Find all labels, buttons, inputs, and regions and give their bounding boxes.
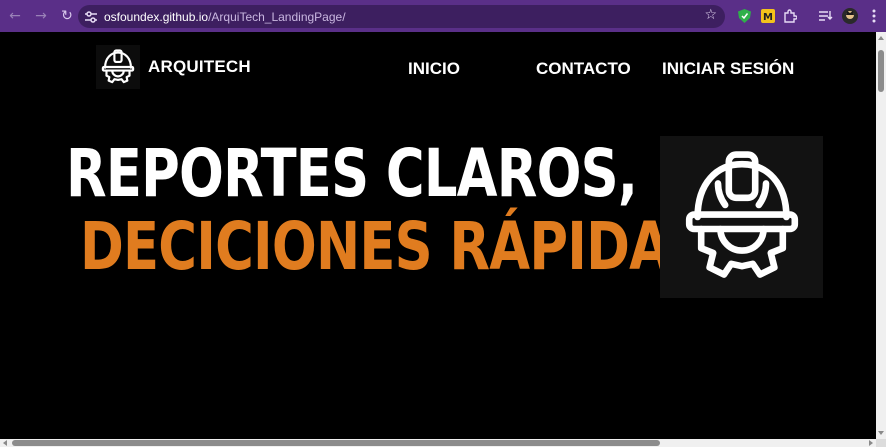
- landing-page: ARQUITECH INICIO CONTACTO INICIAR SESIÓN…: [0, 32, 876, 439]
- back-icon[interactable]: ←: [4, 5, 26, 27]
- scroll-down-arrow-icon[interactable]: [878, 431, 884, 435]
- kebab-menu-icon[interactable]: [866, 8, 882, 24]
- hard-hat-gear-logo-icon[interactable]: [96, 45, 140, 89]
- scroll-left-arrow-icon[interactable]: [3, 440, 7, 446]
- url-host: osfoundex.github.io: [104, 9, 209, 24]
- brand-name[interactable]: ARQUITECH: [148, 57, 251, 77]
- hard-hat-gear-illustration-icon: [660, 136, 823, 298]
- address-bar[interactable]: osfoundex.github.io/ArquiTech_LandingPag…: [78, 5, 725, 28]
- horizontal-scroll-thumb[interactable]: [12, 440, 660, 446]
- reload-icon[interactable]: ↻: [56, 5, 78, 27]
- shield-extension-icon[interactable]: [736, 8, 752, 24]
- vertical-scrollbar[interactable]: [876, 32, 886, 439]
- url-text[interactable]: osfoundex.github.io/ArquiTech_LandingPag…: [104, 10, 346, 24]
- url-path: /ArquiTech_LandingPage/: [208, 9, 346, 24]
- vertical-scroll-thumb[interactable]: [878, 50, 884, 92]
- nav-link-contacto[interactable]: CONTACTO: [536, 59, 631, 79]
- hero-title-line-2: DECICIONES RÁPIDAS: [80, 208, 707, 285]
- extensions-puzzle-icon[interactable]: [782, 8, 798, 24]
- brand[interactable]: ARQUITECH: [96, 45, 251, 89]
- nav-link-inicio[interactable]: INICIO: [408, 59, 460, 79]
- profile-avatar-icon[interactable]: [842, 8, 858, 24]
- reading-list-icon[interactable]: [818, 8, 834, 24]
- forward-icon[interactable]: →: [30, 5, 52, 27]
- svg-text:M: M: [763, 12, 773, 23]
- browser-toolbar: ← → ↻ osfoundex.github.io/ArquiTech_Land…: [0, 0, 886, 32]
- nav-link-iniciar-sesion[interactable]: INICIAR SESIÓN: [662, 59, 794, 79]
- scroll-up-arrow-icon[interactable]: [878, 36, 884, 40]
- site-info-icon[interactable]: [82, 8, 100, 26]
- bookmark-star-icon[interactable]: ☆: [704, 7, 717, 23]
- hero-title-line-1: REPORTES CLAROS,: [66, 135, 638, 212]
- scroll-right-arrow-icon[interactable]: [869, 440, 873, 446]
- horizontal-scrollbar[interactable]: [0, 439, 876, 447]
- m-extension-icon[interactable]: M: [760, 8, 776, 24]
- scrollbar-corner: [876, 439, 886, 447]
